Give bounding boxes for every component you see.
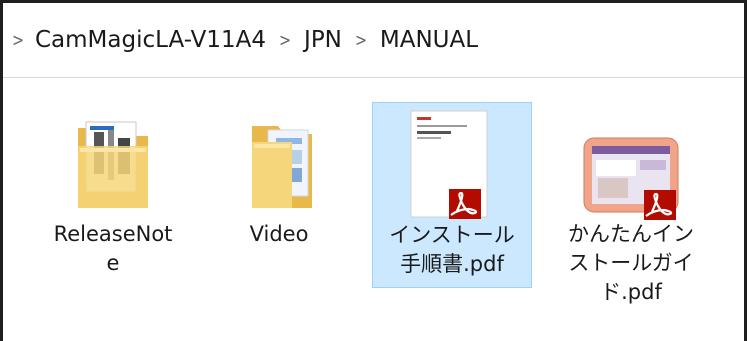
breadcrumb-item-manual[interactable]: MANUAL: [376, 27, 482, 53]
file-item-install-guide-pdf[interactable]: かんたんイン ストールガイ ド.pdf: [551, 102, 711, 304]
file-list: ReleaseNot e Video インストール 手順書.pdf かんたんイン…: [3, 78, 744, 341]
breadcrumb-item-cammagic[interactable]: CamMagicLA-V11A4: [31, 27, 270, 53]
pdf-icon: [583, 137, 679, 220]
file-item-releasenote[interactable]: ReleaseNot e: [33, 102, 193, 288]
breadcrumb-item-jpn[interactable]: JPN: [300, 27, 346, 53]
file-item-video[interactable]: Video: [199, 102, 359, 288]
file-item-install-manual-pdf[interactable]: インストール 手順書.pdf: [372, 102, 532, 288]
file-name: ReleaseNot e: [53, 222, 173, 275]
file-name: インストール 手順書.pdf: [389, 223, 515, 276]
chevron-right-icon[interactable]: >: [349, 30, 373, 51]
breadcrumb-expand-icon[interactable]: >: [8, 30, 29, 51]
chevron-right-icon[interactable]: >: [273, 30, 297, 51]
file-name: Video: [249, 222, 309, 246]
folder-icon: [252, 126, 312, 208]
pdf-icon: [410, 110, 488, 219]
folder-icon: [78, 121, 148, 208]
address-bar[interactable]: > CamMagicLA-V11A4 > JPN > MANUAL: [3, 3, 744, 78]
file-name: かんたんイン ストールガイ ド.pdf: [568, 222, 694, 304]
